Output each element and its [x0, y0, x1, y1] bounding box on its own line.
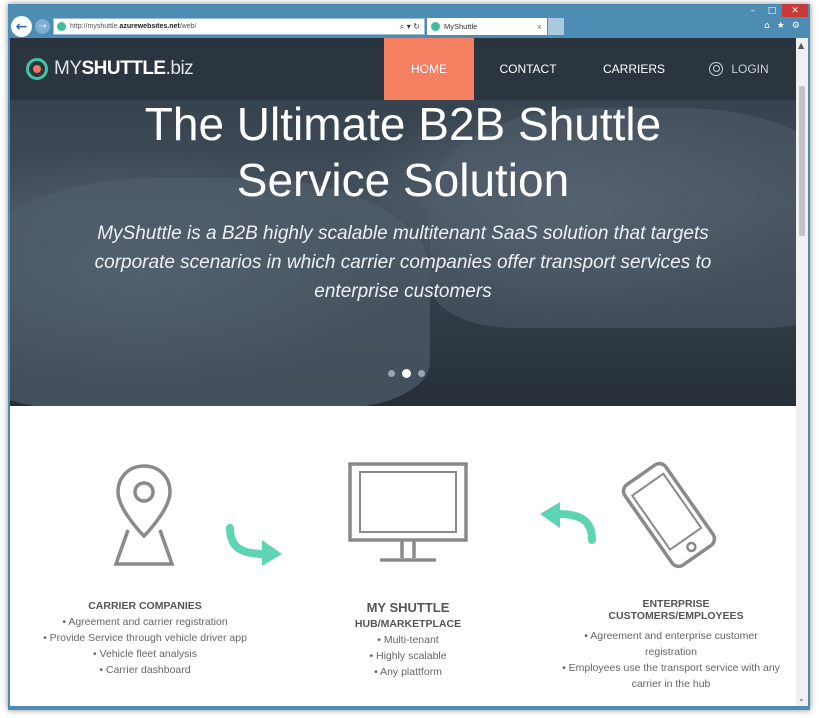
carousel-indicators: [388, 369, 425, 378]
logo-mark-icon: [26, 58, 48, 80]
back-button[interactable]: ←: [11, 16, 32, 37]
carrier-companies-title: CARRIER COMPANIES: [88, 600, 202, 612]
list-item: • Any plattform: [374, 666, 442, 678]
hub-marketplace-subtitle: HUB/MARKETPLACE: [354, 618, 462, 630]
list-item: • Agreement and enterprise customer: [584, 630, 758, 642]
map-pin-icon: [113, 464, 175, 566]
enterprise-title: ENTERPRISE CUSTOMERS/EMPLOYEES: [608, 598, 744, 622]
minimize-button[interactable]: –: [744, 4, 762, 17]
curved-arrow-left-icon: [540, 502, 596, 544]
carousel-dot[interactable]: [388, 370, 395, 377]
carrier-companies-list: • Agreement and carrier registration • P…: [20, 614, 270, 678]
nav-home[interactable]: HOME: [384, 38, 474, 100]
new-tab-button[interactable]: [548, 18, 564, 35]
vertical-scrollbar[interactable]: ▲ ⌄: [796, 38, 808, 706]
list-item: carrier in the hub: [631, 678, 711, 690]
site-favicon-icon: [57, 22, 66, 31]
close-window-button[interactable]: ✕: [782, 4, 808, 17]
settings-gear-icon[interactable]: ⚙: [792, 21, 800, 31]
browser-tab[interactable]: MyShuttle ×: [427, 18, 547, 35]
enterprise-list: • Agreement and enterprise customer regi…: [546, 628, 796, 692]
nav-login[interactable]: LOGIN: [704, 38, 774, 100]
forward-button[interactable]: →: [35, 19, 50, 34]
hero-subtitle: MyShuttle is a B2B highly scalable multi…: [94, 223, 712, 302]
tab-close-icon[interactable]: ×: [537, 22, 547, 32]
site-logo[interactable]: MYSHUTTLE.biz: [26, 58, 194, 80]
forward-arrow-icon: →: [38, 21, 47, 32]
carousel-dot-active[interactable]: [402, 369, 411, 378]
maximize-button[interactable]: □: [763, 4, 781, 17]
features-section: CARRIER COMPANIES • Agreement and carrie…: [10, 406, 796, 706]
list-item: • Agreement and carrier registration: [62, 616, 228, 628]
page-viewport: MYSHUTTLE.biz HOME CONTACT CARRIERS LOGI…: [10, 38, 796, 706]
address-bar[interactable]: http://myshuttle.azurewebsites.net/web/ …: [53, 18, 425, 35]
hero-title: The Ultimate B2B Shuttle Service Solutio…: [144, 98, 662, 206]
logo-text: MYSHUTTLE.biz: [54, 58, 194, 79]
carousel-dot[interactable]: [418, 370, 425, 377]
scroll-thumb[interactable]: [799, 86, 805, 236]
browser-window: ← → http://myshuttle.azurewebsites.net/w…: [8, 4, 810, 710]
list-item: registration: [645, 646, 697, 658]
favorites-star-icon[interactable]: ★: [777, 21, 785, 31]
smartphone-icon: [621, 461, 717, 569]
tab-favicon-icon: [431, 22, 440, 31]
scroll-up-icon[interactable]: ▲: [798, 41, 804, 50]
nav-contact[interactable]: CONTACT: [488, 38, 568, 100]
list-item: • Employees use the transport service wi…: [562, 662, 780, 674]
list-item: • Carrier dashboard: [99, 664, 191, 676]
nav-carriers[interactable]: CARRIERS: [594, 38, 674, 100]
browser-toolbar-icons: ⌂ ★ ⚙: [764, 21, 800, 31]
nav-login-label: LOGIN: [731, 62, 769, 76]
my-shuttle-title: MY SHUTTLE: [366, 600, 450, 615]
address-url[interactable]: http://myshuttle.azurewebsites.net/web/: [70, 23, 400, 30]
address-tools-icons[interactable]: ⌕ ▾ ↻: [400, 22, 424, 32]
site-navbar: MYSHUTTLE.biz HOME CONTACT CARRIERS LOGI…: [10, 38, 796, 100]
monitor-icon: [348, 462, 468, 562]
tab-title: MyShuttle: [444, 22, 478, 31]
back-arrow-icon: ←: [15, 18, 28, 35]
hub-list: • Multi-tenant • Highly scalable • Any p…: [308, 632, 508, 680]
list-item: • Vehicle fleet analysis: [92, 648, 198, 660]
scroll-down-icon[interactable]: ⌄: [798, 694, 805, 703]
hero-section: MYSHUTTLE.biz HOME CONTACT CARRIERS LOGI…: [10, 38, 796, 406]
curved-arrow-right-icon: [226, 524, 282, 566]
user-icon: [709, 62, 724, 76]
list-item: • Provide Service through vehicle driver…: [43, 632, 247, 644]
list-item: • Multi-tenant: [377, 634, 439, 646]
list-item: • Highly scalable: [369, 650, 447, 662]
browser-chrome: ← → http://myshuttle.azurewebsites.net/w…: [8, 4, 810, 38]
home-icon[interactable]: ⌂: [764, 21, 770, 31]
